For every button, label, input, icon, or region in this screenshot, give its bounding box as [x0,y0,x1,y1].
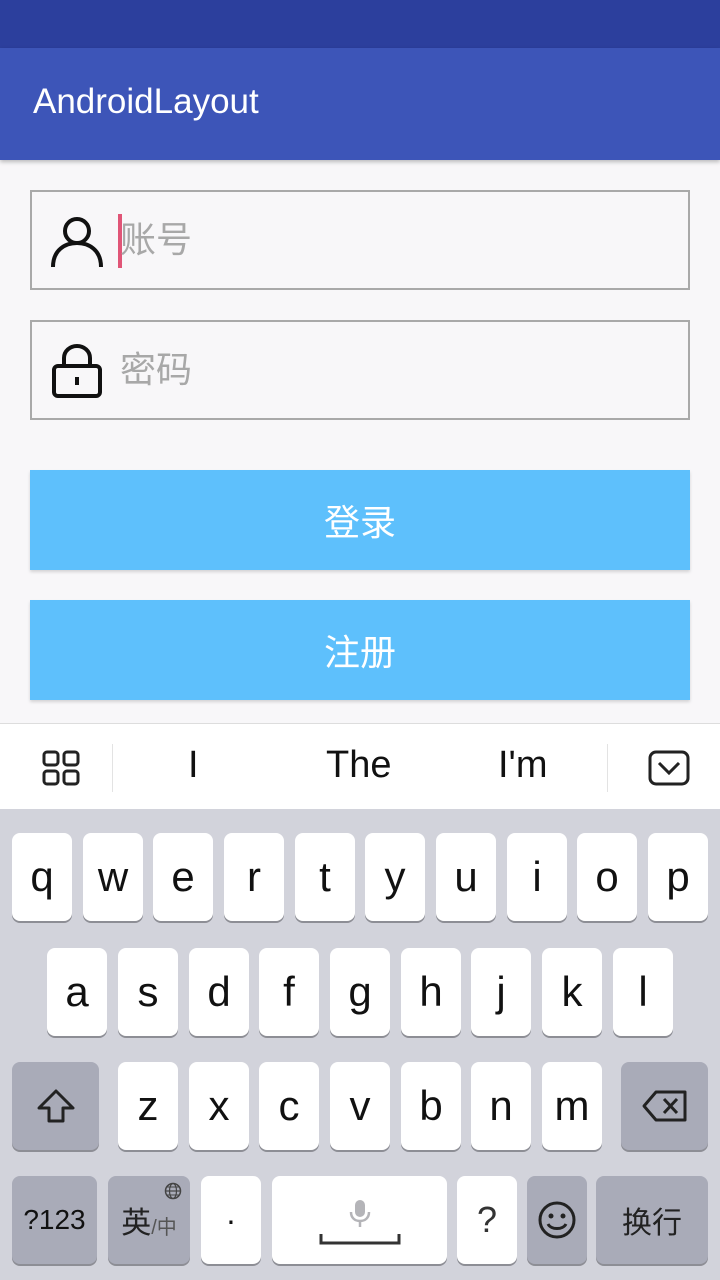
language-sub-label: /中 [151,1216,177,1239]
key-t[interactable]: t [295,833,355,921]
keyboard-suggestion-bar: I The I'm [0,723,720,809]
shift-icon [37,1089,74,1123]
key-e[interactable]: e [153,833,213,921]
dot-key[interactable]: · [201,1176,261,1264]
app-bar: AndroidLayout [0,48,720,160]
divider [607,744,608,792]
key-m[interactable]: m [542,1062,602,1150]
suggestion-item[interactable]: I'm [498,744,547,787]
password-field[interactable]: 密码 [30,320,690,420]
key-s[interactable]: s [118,948,178,1036]
space-key[interactable] [272,1176,447,1264]
account-field[interactable]: 账号 [30,190,690,290]
key-l[interactable]: l [613,948,673,1036]
space-bar-icon [319,1234,401,1245]
backspace-key[interactable] [621,1062,708,1150]
key-b[interactable]: b [401,1062,461,1150]
key-d[interactable]: d [189,948,249,1036]
key-q[interactable]: q [12,833,72,921]
key-u[interactable]: u [436,833,496,921]
shift-key[interactable] [12,1062,99,1150]
keyboard-hide-icon[interactable] [648,750,690,786]
suggestion-item[interactable]: I [188,744,199,787]
key-g[interactable]: g [330,948,390,1036]
login-button[interactable]: 登录 [30,470,690,570]
key-k[interactable]: k [542,948,602,1036]
password-input[interactable]: 密码 [120,344,192,398]
keyboard: q w e r t y u i o p a s d f g h j k l z … [0,809,720,1280]
language-key[interactable]: 英/中 [108,1176,190,1264]
app-title: AndroidLayout [33,82,259,121]
grid-icon[interactable] [42,750,80,786]
key-i[interactable]: i [507,833,567,921]
key-r[interactable]: r [224,833,284,921]
key-y[interactable]: y [365,833,425,921]
emoji-icon [538,1201,576,1239]
key-z[interactable]: z [118,1062,178,1150]
lock-icon [52,343,102,398]
mic-icon [349,1200,371,1227]
enter-key[interactable]: 换行 [596,1176,708,1264]
register-button[interactable]: 注册 [30,600,690,700]
key-o[interactable]: o [577,833,637,921]
question-key[interactable]: ? [457,1176,517,1264]
backspace-icon [642,1090,686,1122]
key-f[interactable]: f [259,948,319,1036]
key-p[interactable]: p [648,833,708,921]
key-c[interactable]: c [259,1062,319,1150]
key-x[interactable]: x [189,1062,249,1150]
language-label: 英 [121,1207,152,1240]
divider [112,744,113,792]
key-a[interactable]: a [47,948,107,1036]
status-bar [0,0,720,48]
user-icon [51,217,103,268]
key-n[interactable]: n [471,1062,531,1150]
key-j[interactable]: j [471,948,531,1036]
emoji-key[interactable] [527,1176,587,1264]
account-input[interactable]: 账号 [120,214,192,268]
suggestion-item[interactable]: The [326,744,391,787]
key-v[interactable]: v [330,1062,390,1150]
globe-icon [164,1182,182,1200]
key-h[interactable]: h [401,948,461,1036]
numbers-key[interactable]: ?123 [12,1176,97,1264]
key-w[interactable]: w [83,833,143,921]
